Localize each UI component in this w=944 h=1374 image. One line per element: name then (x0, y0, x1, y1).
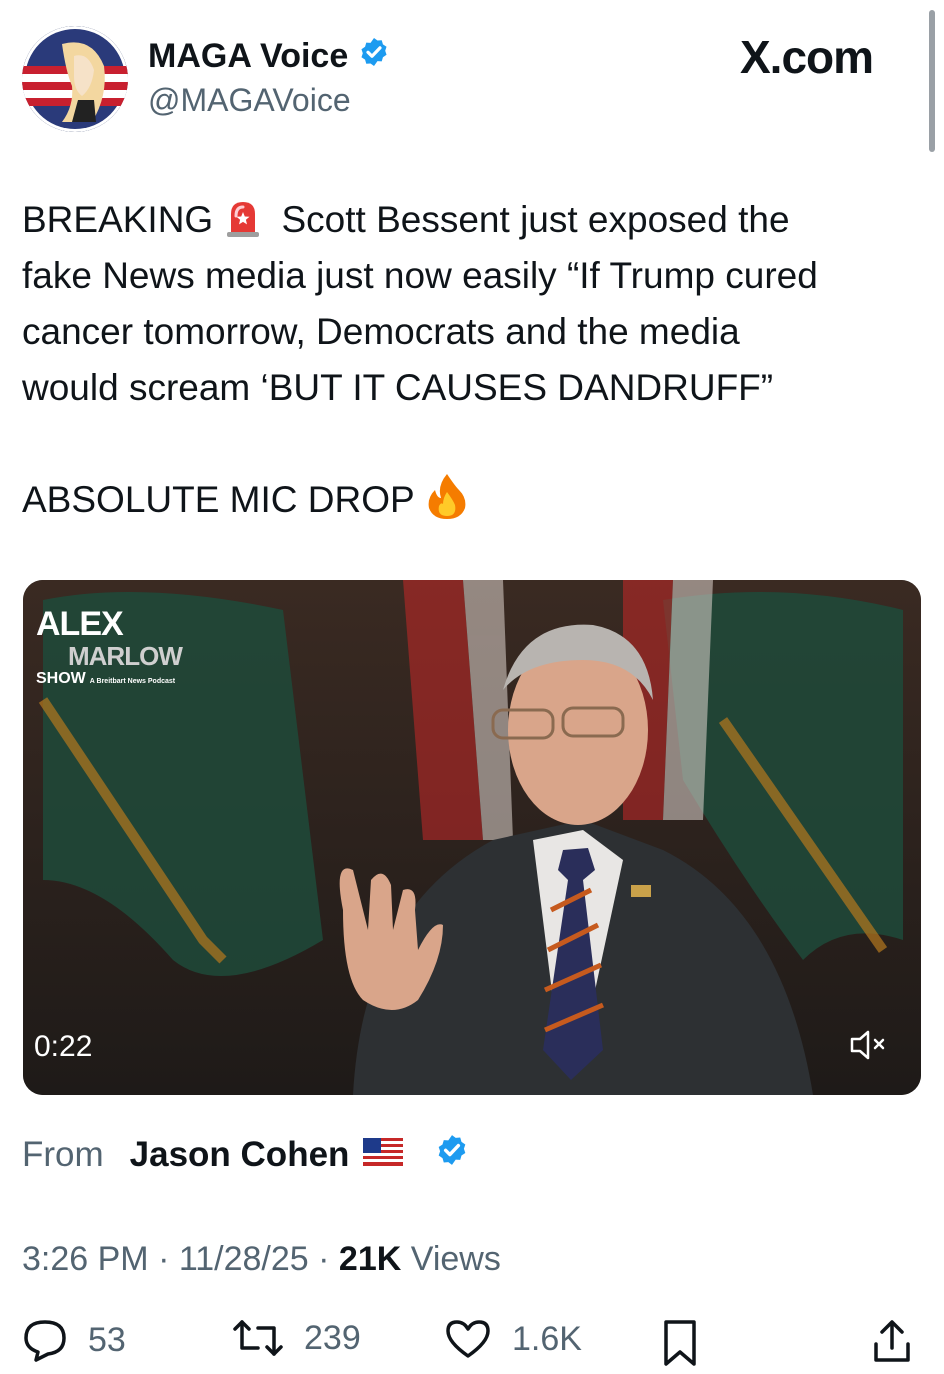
action-bar: 53 239 1.6K (22, 1318, 922, 1368)
heart-icon (444, 1318, 492, 1360)
speaker-muted-icon[interactable] (848, 1028, 888, 1062)
show-logo-line3: SHOW (36, 670, 86, 687)
show-logo: ALEX MARLOW SHOW A Breitbart News Podcas… (36, 605, 183, 688)
us-flag-icon (363, 1135, 404, 1175)
source-name[interactable]: Jason Cohen (130, 1135, 350, 1175)
display-name[interactable]: MAGA Voice (148, 36, 390, 77)
tweet-line: BREAKING Scott Bessent just exposed the (22, 192, 922, 248)
scrollbar[interactable] (929, 10, 935, 152)
show-logo-line2: MARLOW (68, 641, 183, 671)
verified-badge-icon (435, 1133, 469, 1176)
reply-button[interactable]: 53 (22, 1318, 126, 1362)
user-handle[interactable]: @MAGAVoice (148, 82, 351, 119)
show-logo-line1: ALEX (36, 605, 124, 643)
reply-count: 53 (88, 1320, 126, 1359)
display-name-text: MAGA Voice (148, 37, 349, 75)
bookmark-button[interactable] (660, 1318, 700, 1368)
tweet-time[interactable]: 3:26 PM (22, 1240, 149, 1278)
like-count: 1.6K (512, 1319, 582, 1358)
avatar[interactable] (22, 26, 128, 132)
verified-badge-icon (358, 36, 390, 77)
tweet-line: would scream ‘BUT IT CAUSES DANDRUFF” (22, 367, 774, 408)
repost-icon (232, 1318, 284, 1358)
views-label: Views (410, 1240, 501, 1278)
tweet-line-end: Scott Bessent just exposed the (271, 199, 790, 240)
tweet-text: BREAKING Scott Bessent just exposed the … (22, 192, 922, 528)
repost-button[interactable]: 239 (232, 1318, 361, 1358)
share-icon (872, 1318, 912, 1364)
video-duration: 0:22 (34, 1030, 93, 1063)
tweet-date[interactable]: 11/28/25 (179, 1240, 309, 1278)
bookmark-icon (660, 1318, 700, 1368)
repost-count: 239 (304, 1318, 361, 1357)
tweet-closing: ABSOLUTE MIC DROP (22, 472, 922, 528)
tweet-line: fake News media just now easily “If Trum… (22, 255, 818, 296)
from-label: From (22, 1134, 104, 1174)
show-logo-tagline: A Breitbart News Podcast (89, 678, 176, 685)
closing-text: ABSOLUTE MIC DROP (22, 479, 415, 520)
views-count: 21K (338, 1240, 402, 1278)
source-attribution[interactable]: From Jason Cohen (22, 1133, 469, 1176)
fire-icon (425, 472, 469, 520)
like-button[interactable]: 1.6K (444, 1318, 582, 1360)
share-button[interactable] (872, 1318, 912, 1364)
brand-watermark: X.com (740, 31, 874, 83)
tweet-meta: 3:26 PM · 11/28/25 · 21K Views (22, 1240, 501, 1279)
meta-separator: · (318, 1240, 330, 1278)
tweet-line-start: BREAKING (22, 199, 214, 240)
meta-separator: · (158, 1240, 170, 1278)
tweet-line: cancer tomorrow, Democrats and the media (22, 311, 740, 352)
reply-icon (22, 1318, 68, 1362)
rotating-light-icon (225, 198, 261, 238)
